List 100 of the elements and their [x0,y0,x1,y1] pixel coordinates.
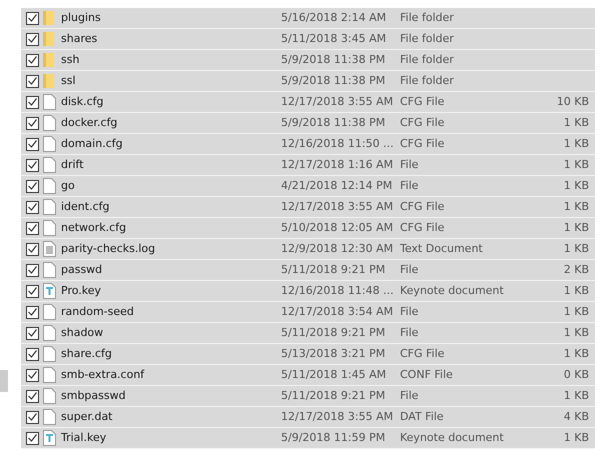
file-row[interactable]: shadow 5/11/2018 9:21 PM File 1 KB [21,323,595,344]
file-size: 1 KB [562,198,590,215]
date-modified: 5/16/2018 2:14 AM [281,10,388,26]
date-modified: 5/13/2018 3:21 PM [281,346,386,362]
file-name: smb-extra.conf [61,366,146,383]
file-row[interactable]: go 4/21/2018 12:14 PM File 1 KB [21,176,595,197]
checkbox[interactable] [26,222,39,234]
file-type: CFG File [400,94,446,110]
date-modified: 5/9/2018 11:38 PM [281,72,386,89]
file-name: network.cfg [61,220,128,236]
file-name: ssh [61,52,80,68]
file-icon [43,409,56,425]
checkbox[interactable] [26,432,39,444]
file-icon [43,136,56,152]
checkbox[interactable] [26,96,39,108]
file-row[interactable]: parity-checks.log 12/9/2018 12:30 AM Text Document 1 KB [21,239,595,260]
file-row[interactable]: super.dat 12/17/2018 3:55 AM DAT File 4 KB [21,407,595,428]
file-row[interactable]: Trial.key 5/9/2018 11:59 PM Keynote document 1 KB [21,428,595,449]
checkbox[interactable] [26,180,39,192]
file-size: 1 KB [562,156,590,173]
file-type: File [400,156,420,173]
checkbox[interactable] [26,200,39,214]
checkbox[interactable] [26,284,39,298]
file-type: File [400,178,420,194]
checkbox[interactable] [26,306,39,318]
date-modified: 12/17/2018 3:55 AM [281,408,394,425]
file-row[interactable]: drift 12/17/2018 1:16 AM File 1 KB [21,155,595,176]
checkbox[interactable] [26,264,39,276]
folder-icon [43,10,56,26]
file-row[interactable]: disk.cfg 12/17/2018 3:55 AM CFG File 10 KB [21,92,595,113]
file-icon [43,304,56,320]
file-row[interactable]: passwd 5/11/2018 9:21 PM File 2 KB [21,260,595,281]
date-modified: 12/17/2018 3:55 AM [281,94,394,110]
file-size: 10 KB [556,94,590,110]
file-type: File folder [400,52,455,68]
file-type: CFG File [400,114,446,131]
file-row[interactable]: shares 5/11/2018 3:45 AM File folder [21,29,595,50]
file-row[interactable]: domain.cfg 12/16/2018 11:50 ... CFG File 1 KB [21,134,595,155]
file-row[interactable]: ssl 5/9/2018 11:38 PM File folder [21,71,595,92]
file-row[interactable]: Pro.key 12/16/2018 11:48 ... Keynote document 1 KB [21,281,595,302]
file-icon [43,157,56,173]
checkbox[interactable] [26,390,39,402]
file-row[interactable]: share.cfg 5/13/2018 3:21 PM CFG File 1 KB [21,344,595,365]
checkbox[interactable] [26,348,39,360]
file-name: super.dat [61,408,114,425]
file-type: Text Document [400,240,484,257]
date-modified: 5/11/2018 1:45 AM [281,366,388,383]
checkbox[interactable] [26,12,39,24]
file-icon [43,367,56,383]
file-name: go [61,178,76,194]
date-modified: 5/11/2018 3:45 AM [281,30,388,47]
checkbox[interactable] [26,242,39,256]
date-modified: 12/16/2018 11:48 ... [281,282,395,299]
checkbox[interactable] [26,116,39,130]
checkbox[interactable] [26,138,39,150]
file-name: random-seed [61,304,135,320]
date-modified: 5/9/2018 11:38 PM [281,52,386,68]
file-row[interactable]: smb-extra.conf 5/11/2018 1:45 AM CONF File 0 KB [21,365,595,386]
file-row[interactable]: random-seed 12/17/2018 3:54 AM File 1 KB [21,302,595,323]
file-size: 4 KB [562,408,590,425]
file-icon [43,346,56,362]
file-row[interactable]: ident.cfg 12/17/2018 3:55 AM CFG File 1 KB [21,197,595,218]
file-type: File [400,304,420,320]
checkbox[interactable] [26,368,39,382]
scrollbar-thumb[interactable] [0,370,8,392]
file-type: File [400,324,420,341]
file-type: File folder [400,72,455,89]
file-name: drift [61,156,85,173]
file-type: CFG File [400,136,446,152]
checkbox[interactable] [26,326,39,340]
folder-icon [43,52,56,68]
file-icon [43,325,56,341]
document-icon [43,430,56,446]
file-size: 1 KB [562,136,590,152]
file-icon [43,262,56,278]
checkbox[interactable] [26,410,39,424]
checkbox[interactable] [26,54,39,66]
file-row[interactable]: docker.cfg 5/9/2018 11:38 PM CFG File 1 KB [21,113,595,134]
file-size: 1 KB [562,114,590,131]
checkbox[interactable] [26,74,39,88]
file-icon [43,220,56,236]
checkbox[interactable] [26,32,39,46]
file-row[interactable]: network.cfg 5/10/2018 12:05 AM CFG File 1 KB [21,218,595,239]
date-modified: 12/17/2018 3:54 AM [281,304,394,320]
file-row[interactable]: smbpasswd 5/11/2018 9:21 PM File 1 KB [21,386,595,407]
file-icon [43,199,56,215]
file-row[interactable]: ssh 5/9/2018 11:38 PM File folder [21,50,595,71]
file-type: CFG File [400,220,446,236]
file-size: 1 KB [562,178,590,194]
file-name: Trial.key [61,430,108,446]
file-name: passwd [61,262,104,278]
file-icon [43,115,56,131]
date-modified: 12/17/2018 3:55 AM [281,198,394,215]
file-size: 1 KB [562,346,590,362]
file-row[interactable]: plugins 5/16/2018 2:14 AM File folder [21,8,595,29]
file-size: 0 KB [562,366,590,383]
date-modified: 5/10/2018 12:05 AM [281,220,394,236]
checkbox[interactable] [26,158,39,172]
document-icon [43,283,56,299]
date-modified: 12/16/2018 11:50 ... [281,136,395,152]
